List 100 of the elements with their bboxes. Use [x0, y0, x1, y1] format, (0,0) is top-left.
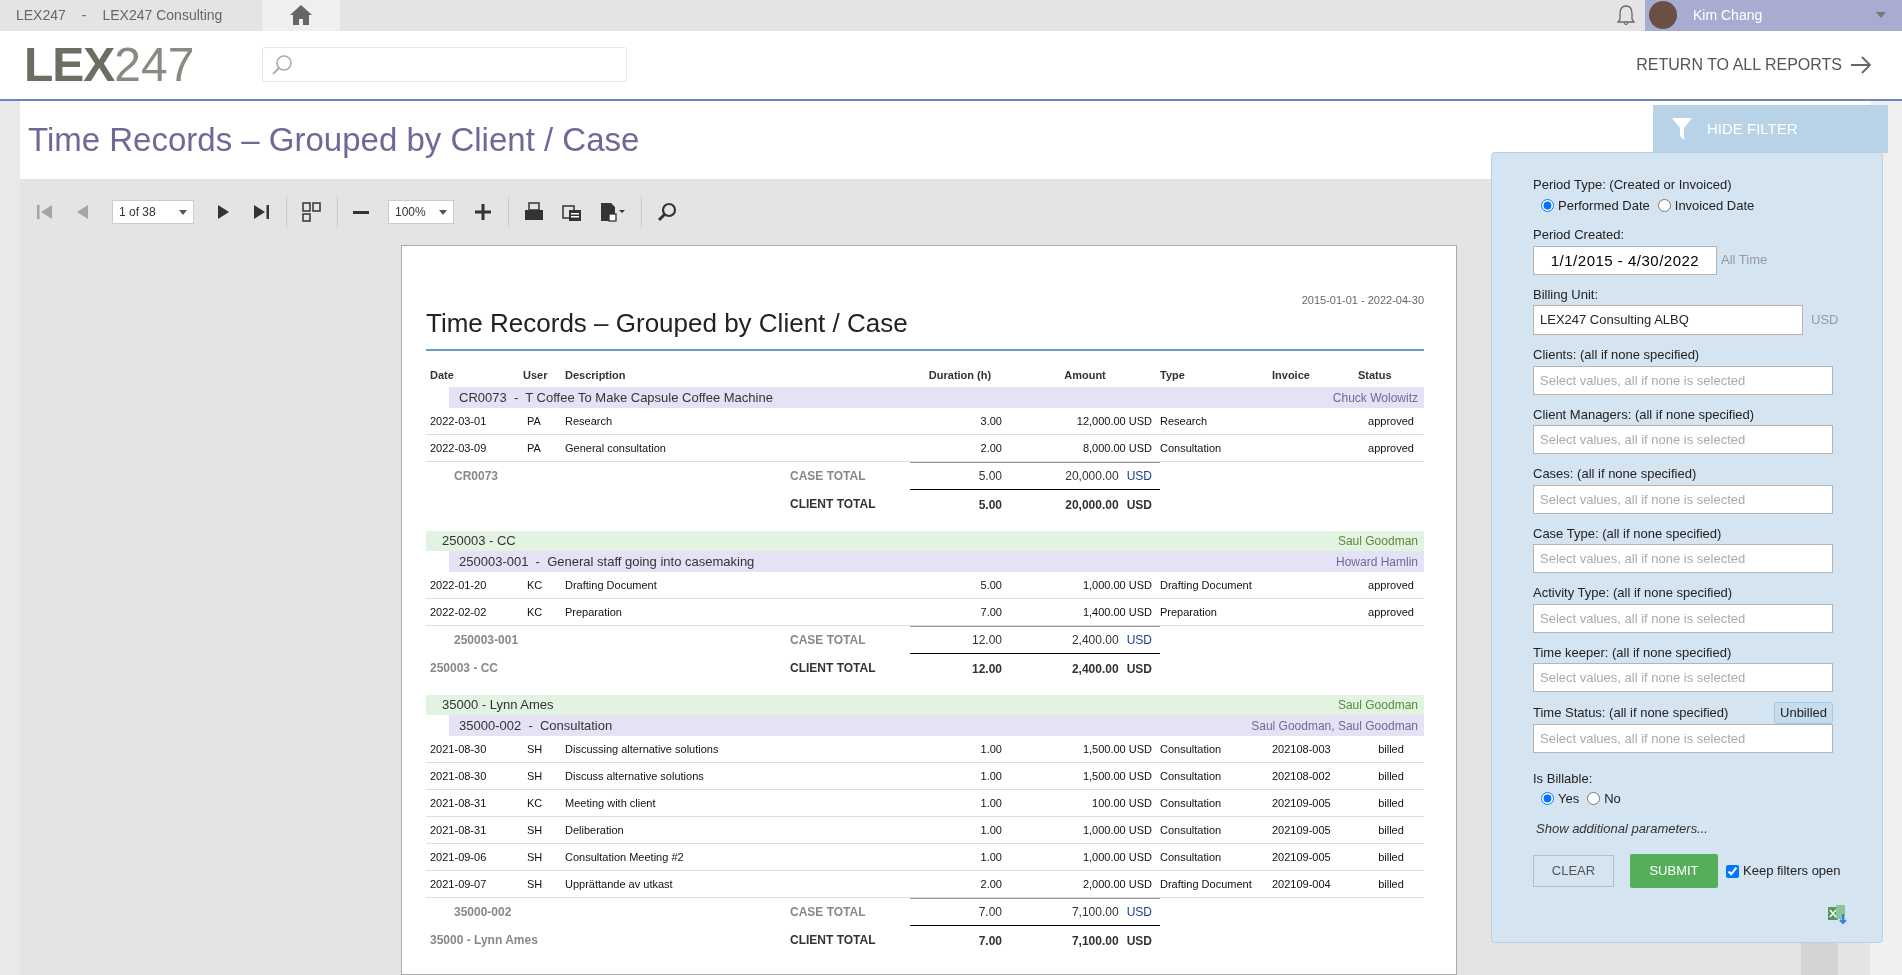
- table-cell-text: Discussing alternative solutions: [565, 741, 720, 757]
- multi-select-field[interactable]: Select values, all if none is selected: [1533, 663, 1833, 692]
- table-cell-text: 2.00: [979, 876, 1003, 892]
- multi-page-icon: [302, 202, 322, 222]
- search-field[interactable]: [262, 47, 627, 83]
- billing-unit-select[interactable]: LEX247 Consulting ALBQ: [1533, 305, 1803, 335]
- date-range-field[interactable]: 1/1/2015 - 4/30/2022: [1533, 245, 1717, 275]
- table-cell-text: Research: [565, 413, 614, 429]
- column-header: Date: [430, 367, 455, 383]
- table-cell-text: 1.00: [979, 795, 1003, 811]
- table-cell-text: KC: [526, 577, 544, 593]
- field-label: Case Type: (all if none specified): [1533, 524, 1722, 543]
- multi-select-field[interactable]: Select values, all if none is selected: [1533, 365, 1833, 395]
- column-header: User: [523, 367, 549, 383]
- print-page-icon: [562, 202, 582, 222]
- table-cell-text: Consultation Meeting #2: [565, 849, 685, 865]
- currency-code: USD: [1126, 932, 1152, 950]
- minus-icon: [353, 210, 369, 214]
- total-label: CLIENT TOTAL: [790, 932, 877, 950]
- table-cell-text: General consultation: [565, 440, 667, 456]
- currency-code: USD: [1126, 660, 1152, 678]
- table-cell-text: SH: [526, 741, 544, 757]
- table-cell-text: 2.00: [979, 440, 1003, 456]
- zoom-select[interactable]: 100%: [388, 200, 454, 224]
- multi-select-field[interactable]: Select values, all if none is selected: [1533, 544, 1833, 573]
- field-label: Is Billable:: [1533, 769, 1594, 788]
- total-duration: 5.00: [910, 489, 1010, 520]
- checkbox[interactable]: [1726, 864, 1739, 878]
- table-cell-text: billed: [1377, 822, 1405, 838]
- multi-select-field[interactable]: Select values, all if none is selected: [1533, 425, 1833, 454]
- scrollbar[interactable]: [1801, 943, 1838, 975]
- radio-label: Performed Date: [1558, 196, 1650, 215]
- table-cell-text: 100.00 USD: [1091, 795, 1153, 811]
- client-code: 35000 - Lynn Ames: [430, 932, 539, 950]
- checkbox-label: Keep filters open: [1743, 862, 1841, 881]
- amount-value: 20,000.00: [1065, 496, 1119, 514]
- field-label: Client Managers: (all if none specified): [1533, 405, 1755, 424]
- table-cell-text: 2021-09-07: [430, 876, 488, 892]
- column-header: Amount: [1063, 367, 1107, 383]
- table-cell-text: Drafting Document: [1160, 876, 1253, 892]
- table-cell-text: 2021-08-31: [430, 795, 488, 811]
- page-select[interactable]: 1 of 38: [112, 200, 194, 224]
- bell-icon[interactable]: [1615, 3, 1637, 28]
- currency-code: USD: [1126, 632, 1152, 650]
- currency-code: USD: [1126, 468, 1152, 486]
- table-cell-text: 2021-08-31: [430, 822, 488, 838]
- radio-button[interactable]: [1541, 792, 1554, 806]
- multi-select-field[interactable]: Select values, all if none is selected: [1533, 723, 1833, 753]
- printer-icon: [524, 202, 544, 222]
- table-cell-text: 2022-01-20: [430, 577, 488, 593]
- radio-label: No: [1604, 790, 1621, 808]
- return-link[interactable]: RETURN TO ALL REPORTS: [1630, 51, 1878, 78]
- case-manager: Chuck Wolowitz: [1332, 389, 1418, 407]
- table-cell-text: Consultation: [1160, 741, 1223, 757]
- show-more-link[interactable]: Show additional parameters...: [1533, 818, 1711, 838]
- table-cell-text: Consultation: [1160, 440, 1223, 456]
- amount-value: 2,400.00: [1071, 660, 1119, 678]
- field-label: Time keeper: (all if none specified): [1533, 643, 1732, 662]
- field-label: Clients: (all if none specified): [1533, 346, 1700, 364]
- client-code: 250003 - CC: [430, 660, 500, 678]
- client-name: 35000 - Lynn Ames: [442, 696, 554, 715]
- app-name: LEX247: [16, 5, 66, 25]
- radio-button[interactable]: [1587, 792, 1601, 806]
- first-page-icon: [35, 202, 55, 222]
- table-cell-text: approved: [1367, 577, 1415, 593]
- caret-icon: [179, 209, 187, 215]
- table-cell-text: 1.00: [979, 849, 1003, 865]
- radio-button[interactable]: [1541, 198, 1554, 212]
- table-cell-text: 1,000.00 USD: [1081, 577, 1153, 593]
- table-cell-text: KC: [526, 795, 544, 811]
- multi-select-field[interactable]: Select values, all if none is selected: [1533, 603, 1833, 633]
- separator-text: -: [81, 5, 87, 25]
- radio-button[interactable]: [1657, 198, 1671, 212]
- spreadsheet-download-icon[interactable]: [1828, 904, 1848, 924]
- tag[interactable]: Unbilled: [1774, 702, 1833, 724]
- table-cell-text: Preparation: [565, 604, 623, 620]
- table-cell-text: Meeting with client: [565, 795, 657, 811]
- table-cell-text: billed: [1377, 795, 1405, 811]
- plus-icon: [473, 202, 493, 222]
- case-title: CR0073 - T Coffee To Make Capsule Coffee Machine: [459, 388, 773, 407]
- column-header: Duration (h): [927, 367, 993, 383]
- table-cell-text: Consultation: [1160, 849, 1223, 865]
- radio-label: Invoiced Date: [1674, 196, 1755, 215]
- table-cell-text: 2022-03-01: [430, 413, 488, 429]
- table-cell-text: 7.00: [979, 604, 1003, 620]
- table-cell-text: 1,500.00 USD: [1081, 768, 1153, 784]
- table-cell-text: 2021-08-30: [430, 741, 488, 757]
- table-cell-text: 202109-005: [1272, 849, 1332, 865]
- table-cell-text: Upprättande av utkast: [565, 876, 674, 892]
- total-label: CASE TOTAL: [790, 467, 867, 485]
- home-button[interactable]: [262, 0, 340, 31]
- clear-button[interactable]: CLEAR: [1533, 855, 1614, 887]
- case-title: 35000-002 - Consultation: [459, 716, 613, 735]
- table-cell-text: Consultation: [1160, 768, 1223, 784]
- field-label: Time Status: (all if none specified): [1533, 704, 1729, 722]
- currency-code: USD: [1126, 496, 1152, 514]
- column-header: Type: [1160, 367, 1186, 383]
- funnel-icon: [1671, 117, 1693, 141]
- table-cell-text: 2,000.00 USD: [1081, 876, 1153, 892]
- multi-select-field[interactable]: Select values, all if none is selected: [1533, 484, 1833, 514]
